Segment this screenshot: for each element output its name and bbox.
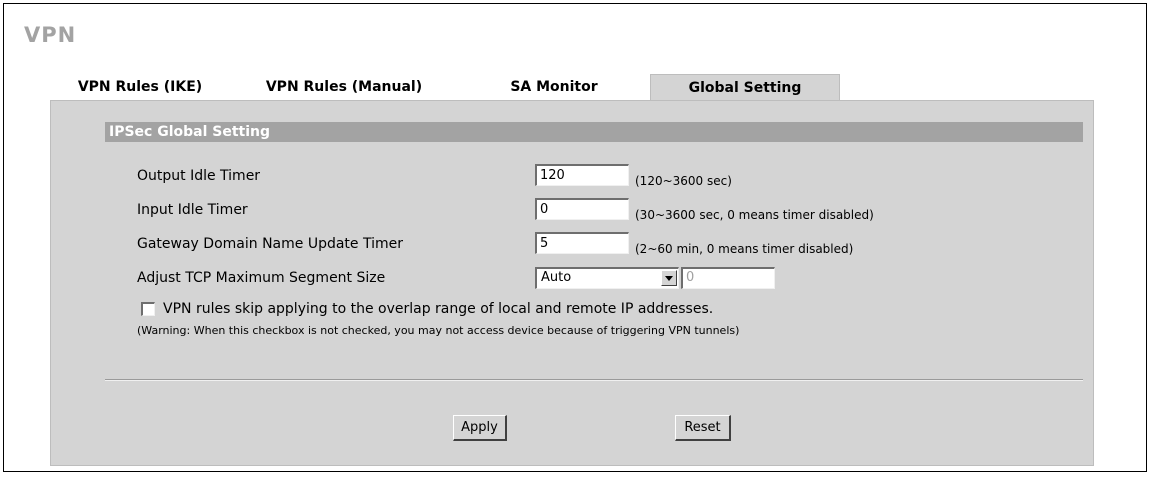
tcp-mss-select[interactable]: Auto [535,267,679,289]
divider [105,379,1083,381]
output-idle-timer-input[interactable] [535,164,629,186]
tab-global-setting[interactable]: Global Setting [650,74,840,100]
reset-button[interactable]: Reset [675,415,731,441]
tcp-mss-value-input[interactable]: 0 [681,267,775,289]
window-frame: VPN VPN Rules (IKE) VPN Rules (Manual) S… [3,3,1147,472]
tab-vpn-rules-manual[interactable]: VPN Rules (Manual) [230,74,458,100]
tab-vpn-rules-ike[interactable]: VPN Rules (IKE) [50,74,230,100]
overlap-skip-checkbox[interactable] [141,302,155,316]
output-idle-timer-label: Output Idle Timer [137,168,261,184]
input-idle-timer-input[interactable] [535,198,629,220]
global-setting-panel: IPSec Global Setting Output Idle Timer (… [50,100,1094,466]
gateway-domain-update-input[interactable] [535,232,629,254]
input-idle-timer-label: Input Idle Timer [137,202,248,218]
section-header: IPSec Global Setting [105,122,1083,142]
tab-sa-monitor[interactable]: SA Monitor [458,74,650,100]
gateway-domain-update-label: Gateway Domain Name Update Timer [137,236,403,252]
input-idle-timer-hint: (30~3600 sec, 0 means timer disabled) [635,208,874,222]
page-title: VPN [24,23,77,47]
dropdown-arrow-icon[interactable] [661,270,677,286]
tcp-mss-label: Adjust TCP Maximum Segment Size [137,270,386,286]
overlap-warning-text: (Warning: When this checkbox is not chec… [137,324,740,337]
output-idle-timer-hint: (120~3600 sec) [635,174,732,188]
overlap-skip-label: VPN rules skip applying to the overlap r… [163,301,714,317]
apply-button[interactable]: Apply [453,415,507,441]
tcp-mss-selected-value: Auto [541,270,572,285]
gateway-domain-update-hint: (2~60 min, 0 means timer disabled) [635,242,854,256]
